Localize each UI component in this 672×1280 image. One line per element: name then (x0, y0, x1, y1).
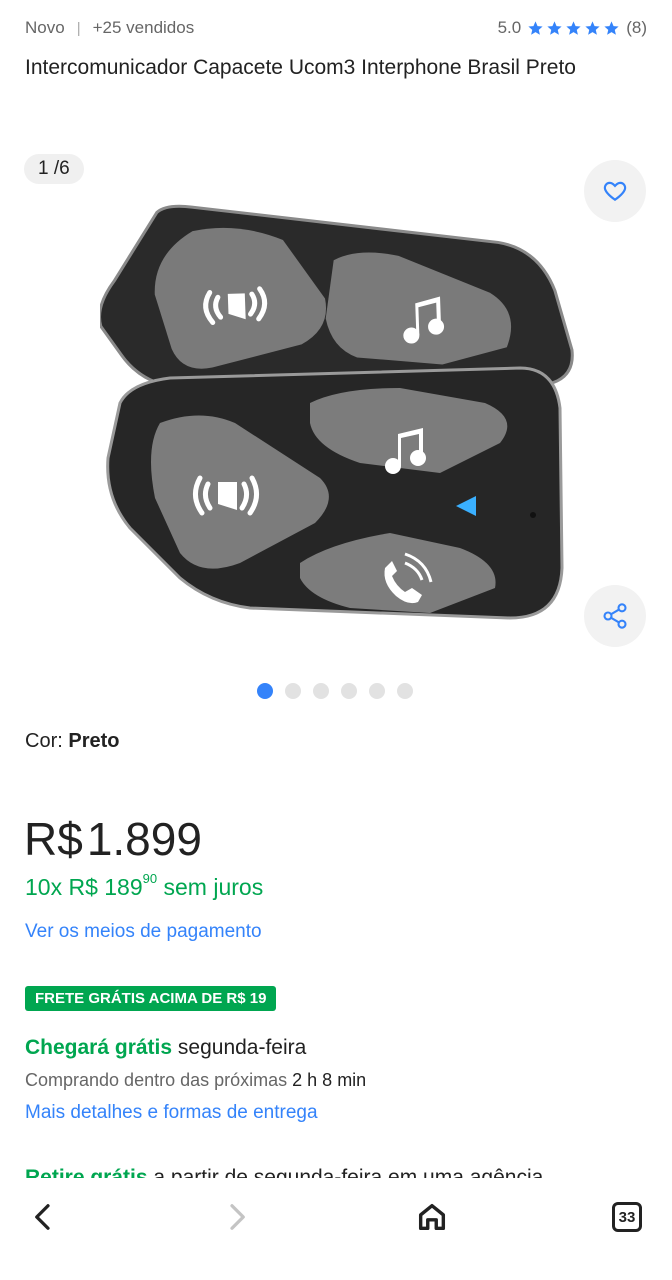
installments-cents: 90 (142, 871, 158, 887)
price: R$ 1.899 (24, 812, 202, 866)
pagination-dot[interactable] (313, 683, 329, 699)
star-icon (604, 20, 619, 35)
price-amount: 1.899 (86, 813, 202, 865)
home-button[interactable] (407, 1192, 457, 1242)
meta-separator: | (76, 19, 81, 37)
favorite-button[interactable] (584, 160, 646, 222)
condition-label: Novo (25, 18, 65, 37)
tabs-button[interactable]: 33 (602, 1192, 652, 1242)
forward-button[interactable] (212, 1192, 262, 1242)
back-button[interactable] (18, 1192, 68, 1242)
rating-score: 5.0 (497, 18, 522, 37)
arrival-info: Chegará grátis segunda-feira (25, 1036, 306, 1060)
variant-color[interactable]: Cor: Preto (25, 730, 119, 753)
buying-prefix: Comprando dentro das próximas (25, 1070, 288, 1090)
variant-value: Preto (68, 730, 120, 752)
product-meta-row: Novo | +25 vendidos 5.0 (8) (25, 14, 647, 42)
chevron-left-icon (35, 1204, 50, 1230)
tab-count: 33 (618, 1208, 636, 1226)
arrival-free: Chegará grátis (25, 1036, 173, 1059)
variant-label: Cor: (25, 730, 63, 752)
star-icon (528, 20, 543, 35)
pagination-dot[interactable] (285, 683, 301, 699)
condition-sold: Novo | +25 vendidos (25, 18, 194, 38)
image-counter: 1 /6 (24, 154, 84, 184)
tabs-icon: 33 (612, 1202, 642, 1232)
image-gallery[interactable]: 1 /6 (0, 150, 672, 670)
price-currency: R$ (24, 813, 83, 865)
sold-count: +25 vendidos (92, 18, 195, 37)
product-image[interactable] (100, 178, 580, 628)
delivery-details-link[interactable]: Mais detalhes e formas de entrega (25, 1102, 318, 1124)
arrival-day: segunda-feira (177, 1036, 307, 1059)
home-icon (418, 1203, 446, 1231)
review-count: (8) (626, 18, 647, 37)
installments: 10x R$ 18990 sem juros (25, 871, 264, 901)
payment-methods-link[interactable]: Ver os meios de pagamento (25, 921, 262, 943)
pagination-dot[interactable] (341, 683, 357, 699)
buying-time: 2 h 8 min (292, 1070, 367, 1090)
installments-prefix: 10x R$ 189 (25, 874, 143, 900)
rating[interactable]: 5.0 (8) (498, 18, 647, 38)
star-icon (585, 20, 600, 35)
product-title: Intercomunicador Capacete Ucom3 Interpho… (25, 56, 576, 79)
free-shipping-badge: FRETE GRÁTIS ACIMA DE R$ 19 (25, 986, 277, 1011)
pagination-dot-active[interactable] (257, 683, 273, 699)
star-icon (547, 20, 562, 35)
chevron-right-icon (230, 1204, 245, 1230)
heart-icon (603, 181, 627, 201)
pagination-dot[interactable] (369, 683, 385, 699)
buying-window: Comprando dentro das próximas 2 h 8 min (25, 1070, 366, 1091)
browser-bottom-bar: 33 (0, 1178, 672, 1280)
gallery-pagination[interactable] (257, 683, 413, 699)
installments-suffix: sem juros (163, 874, 264, 900)
pagination-dot[interactable] (397, 683, 413, 699)
star-icon (566, 20, 581, 35)
rating-stars (527, 20, 620, 37)
share-icon (603, 603, 627, 629)
share-button[interactable] (584, 585, 646, 647)
